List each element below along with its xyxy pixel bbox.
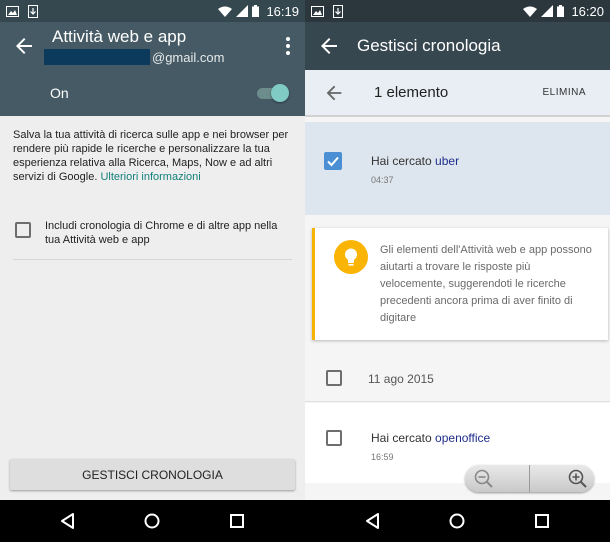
selection-count: 1 elemento	[374, 84, 449, 101]
nav-bar	[305, 500, 610, 542]
image-notification-icon	[6, 5, 19, 17]
left-screen: 16:19 Attività web e app @gmail.com On S…	[0, 0, 305, 542]
item-time: 04:37	[371, 175, 394, 185]
activity-switch[interactable]	[257, 84, 289, 102]
nav-recents-icon[interactable]	[532, 511, 552, 531]
signal-icon	[236, 5, 249, 17]
list-item[interactable]: Hai cercato uber 04:37	[305, 122, 610, 215]
nav-back-icon[interactable]	[363, 511, 383, 531]
zoom-in-icon[interactable]	[567, 468, 589, 490]
app-bar: Gestisci cronologia	[305, 22, 610, 70]
activity-description: Salva la tua attività di ricerca sulle a…	[13, 128, 297, 184]
item-prefix: Hai cercato	[371, 154, 432, 168]
chrome-history-option[interactable]: Includi cronologia di Chrome e di altre …	[0, 212, 305, 260]
item-time: 16:59	[371, 452, 394, 462]
download-notification-icon	[28, 4, 38, 18]
lightbulb-icon	[334, 240, 368, 274]
status-time: 16:20	[571, 3, 604, 19]
zoom-controls	[465, 465, 594, 492]
wifi-icon	[523, 6, 538, 17]
item-query: uber	[435, 154, 460, 168]
zoom-out-icon[interactable]	[473, 468, 495, 490]
item-checkbox-checked[interactable]	[324, 152, 342, 170]
wifi-icon	[218, 6, 233, 17]
app-bar: Attività web e app @gmail.com	[0, 22, 305, 70]
battery-icon	[557, 5, 565, 17]
back-arrow-icon[interactable]	[317, 34, 341, 58]
page-title: Attività web e app	[52, 27, 187, 46]
item-query: openoffice	[435, 431, 491, 445]
divider	[13, 259, 292, 260]
switch-knob	[271, 84, 289, 102]
nav-home-icon[interactable]	[447, 511, 467, 531]
page-title: Gestisci cronologia	[357, 36, 501, 55]
chrome-history-label: Includi cronologia di Chrome e di altre …	[45, 220, 278, 246]
right-screen: 16:20 Gestisci cronologia 1 elemento ELI…	[305, 0, 610, 542]
nav-bar	[0, 500, 305, 542]
chrome-history-checkbox[interactable]	[15, 222, 31, 238]
download-notification-icon	[333, 4, 343, 18]
learn-more-link[interactable]: Ulteriori informazioni	[100, 171, 200, 183]
item-prefix: Hai cercato	[371, 431, 432, 445]
manage-history-button[interactable]: GESTISCI CRONOLOGIA	[10, 459, 295, 490]
item-title: Hai cercato openoffice	[371, 431, 490, 445]
redacted-username	[44, 49, 150, 65]
zoom-separator	[529, 465, 530, 492]
nav-back-icon[interactable]	[58, 511, 78, 531]
info-text: Gli elementi dell'Attività web e app pos…	[380, 244, 592, 324]
status-time: 16:19	[266, 3, 299, 19]
nav-recents-icon[interactable]	[227, 511, 247, 531]
delete-button[interactable]: ELIMINA	[542, 87, 586, 98]
battery-icon	[252, 5, 260, 17]
item-checkbox[interactable]	[326, 430, 342, 446]
image-notification-icon	[311, 5, 324, 17]
date-label: 11 ago 2015	[368, 372, 434, 386]
item-title: Hai cercato uber	[371, 154, 459, 168]
account-email-suffix: @gmail.com	[152, 49, 225, 65]
signal-icon	[541, 5, 554, 17]
close-selection-arrow-icon[interactable]	[323, 82, 345, 104]
date-checkbox[interactable]	[326, 370, 342, 386]
status-bar: 16:19	[0, 0, 305, 22]
checkmark-icon	[327, 156, 339, 167]
more-options-icon[interactable]	[285, 36, 291, 56]
account-email: @gmail.com	[44, 49, 224, 65]
back-arrow-icon[interactable]	[12, 34, 36, 58]
status-bar: 16:20	[305, 0, 610, 22]
date-header-row[interactable]: 11 ago 2015	[305, 355, 610, 402]
info-card: Gli elementi dell'Attività web e app pos…	[312, 228, 608, 340]
selection-bar: 1 elemento ELIMINA	[305, 70, 610, 117]
toggle-label: On	[50, 85, 69, 101]
nav-home-icon[interactable]	[142, 511, 162, 531]
activity-toggle-row[interactable]: On	[0, 70, 305, 116]
